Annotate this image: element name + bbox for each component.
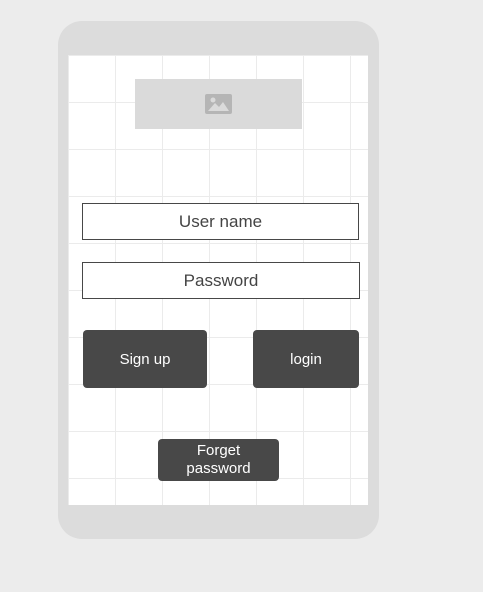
password-field[interactable]: Password	[82, 262, 360, 299]
signup-button-label: Sign up	[119, 350, 171, 368]
signup-button[interactable]: Sign up	[83, 330, 207, 388]
username-field[interactable]: User name	[82, 203, 359, 240]
username-placeholder: User name	[178, 211, 263, 231]
password-placeholder: Password	[183, 270, 259, 290]
logo-image-placeholder	[135, 79, 302, 129]
forget-password-button[interactable]: Forget password	[158, 439, 279, 481]
login-button-label: login	[290, 350, 322, 368]
forget-password-label: Forget password	[186, 442, 251, 477]
login-button[interactable]: login	[253, 330, 359, 388]
image-icon	[205, 94, 232, 114]
